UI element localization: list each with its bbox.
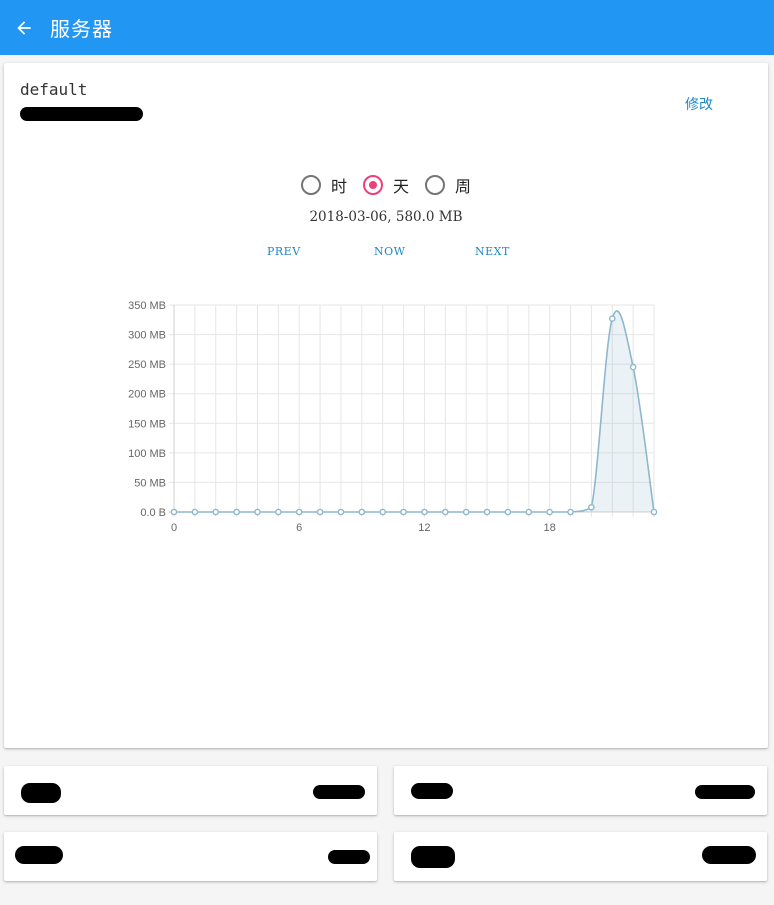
series-area bbox=[174, 310, 654, 512]
data-point bbox=[275, 508, 282, 516]
data-point bbox=[567, 508, 574, 516]
info-card-3[interactable] bbox=[4, 832, 377, 881]
data-point bbox=[254, 508, 261, 516]
data-point bbox=[337, 508, 345, 516]
data-point bbox=[233, 508, 240, 516]
redacted-value bbox=[313, 785, 365, 799]
y-tick-label: 250 MB bbox=[128, 359, 166, 371]
app-bar: 服务器 bbox=[0, 0, 774, 55]
info-card-1[interactable] bbox=[4, 766, 377, 815]
x-tick-label: 0 bbox=[171, 522, 177, 534]
traffic-chart: 0.0 B 50 MB 100 MB 150 MB 200 MB 250 MB 300 MB… bbox=[128, 300, 658, 534]
redacted-value bbox=[702, 846, 756, 864]
data-point bbox=[608, 315, 616, 322]
y-tick-label: 200 MB bbox=[128, 389, 166, 401]
redacted-value bbox=[328, 850, 370, 864]
data-point bbox=[212, 508, 220, 516]
y-tick-label: 50 MB bbox=[134, 477, 166, 489]
redacted-label bbox=[411, 846, 455, 868]
data-point bbox=[295, 508, 303, 516]
x-tick-label: 12 bbox=[418, 522, 430, 534]
server-card: default 修改 时 天 周 2018-03-06, 580.0 MB PR… bbox=[4, 63, 768, 748]
y-tick-label: 100 MB bbox=[128, 448, 166, 460]
y-tick-label: 150 MB bbox=[128, 418, 166, 430]
data-point bbox=[525, 508, 533, 516]
data-point bbox=[400, 508, 407, 516]
y-tick-label: 350 MB bbox=[128, 300, 166, 312]
data-point bbox=[421, 508, 428, 516]
info-card-2[interactable] bbox=[394, 766, 767, 815]
data-point bbox=[546, 508, 553, 516]
data-point bbox=[629, 363, 637, 371]
redacted-label bbox=[21, 783, 61, 803]
y-tick-label: 0.0 B bbox=[140, 507, 166, 519]
info-card-4[interactable] bbox=[394, 832, 767, 881]
data-point bbox=[442, 508, 449, 516]
data-point bbox=[358, 508, 366, 516]
data-point bbox=[170, 508, 178, 516]
arrow-left-icon[interactable] bbox=[14, 18, 34, 38]
redacted-value bbox=[695, 785, 755, 799]
series-line bbox=[174, 310, 655, 513]
y-tick-label: 300 MB bbox=[128, 330, 166, 342]
redacted-label bbox=[15, 846, 63, 864]
data-point bbox=[504, 508, 512, 516]
data-point bbox=[483, 508, 491, 516]
data-point bbox=[650, 508, 658, 516]
x-tick-label: 6 bbox=[296, 522, 302, 534]
data-point bbox=[316, 508, 324, 516]
redacted-label bbox=[411, 783, 453, 799]
data-point bbox=[379, 508, 386, 516]
x-tick-label: 18 bbox=[544, 522, 556, 534]
page-title: 服务器 bbox=[50, 17, 113, 41]
data-point bbox=[191, 508, 199, 516]
data-point bbox=[462, 508, 470, 516]
data-point bbox=[588, 503, 595, 511]
